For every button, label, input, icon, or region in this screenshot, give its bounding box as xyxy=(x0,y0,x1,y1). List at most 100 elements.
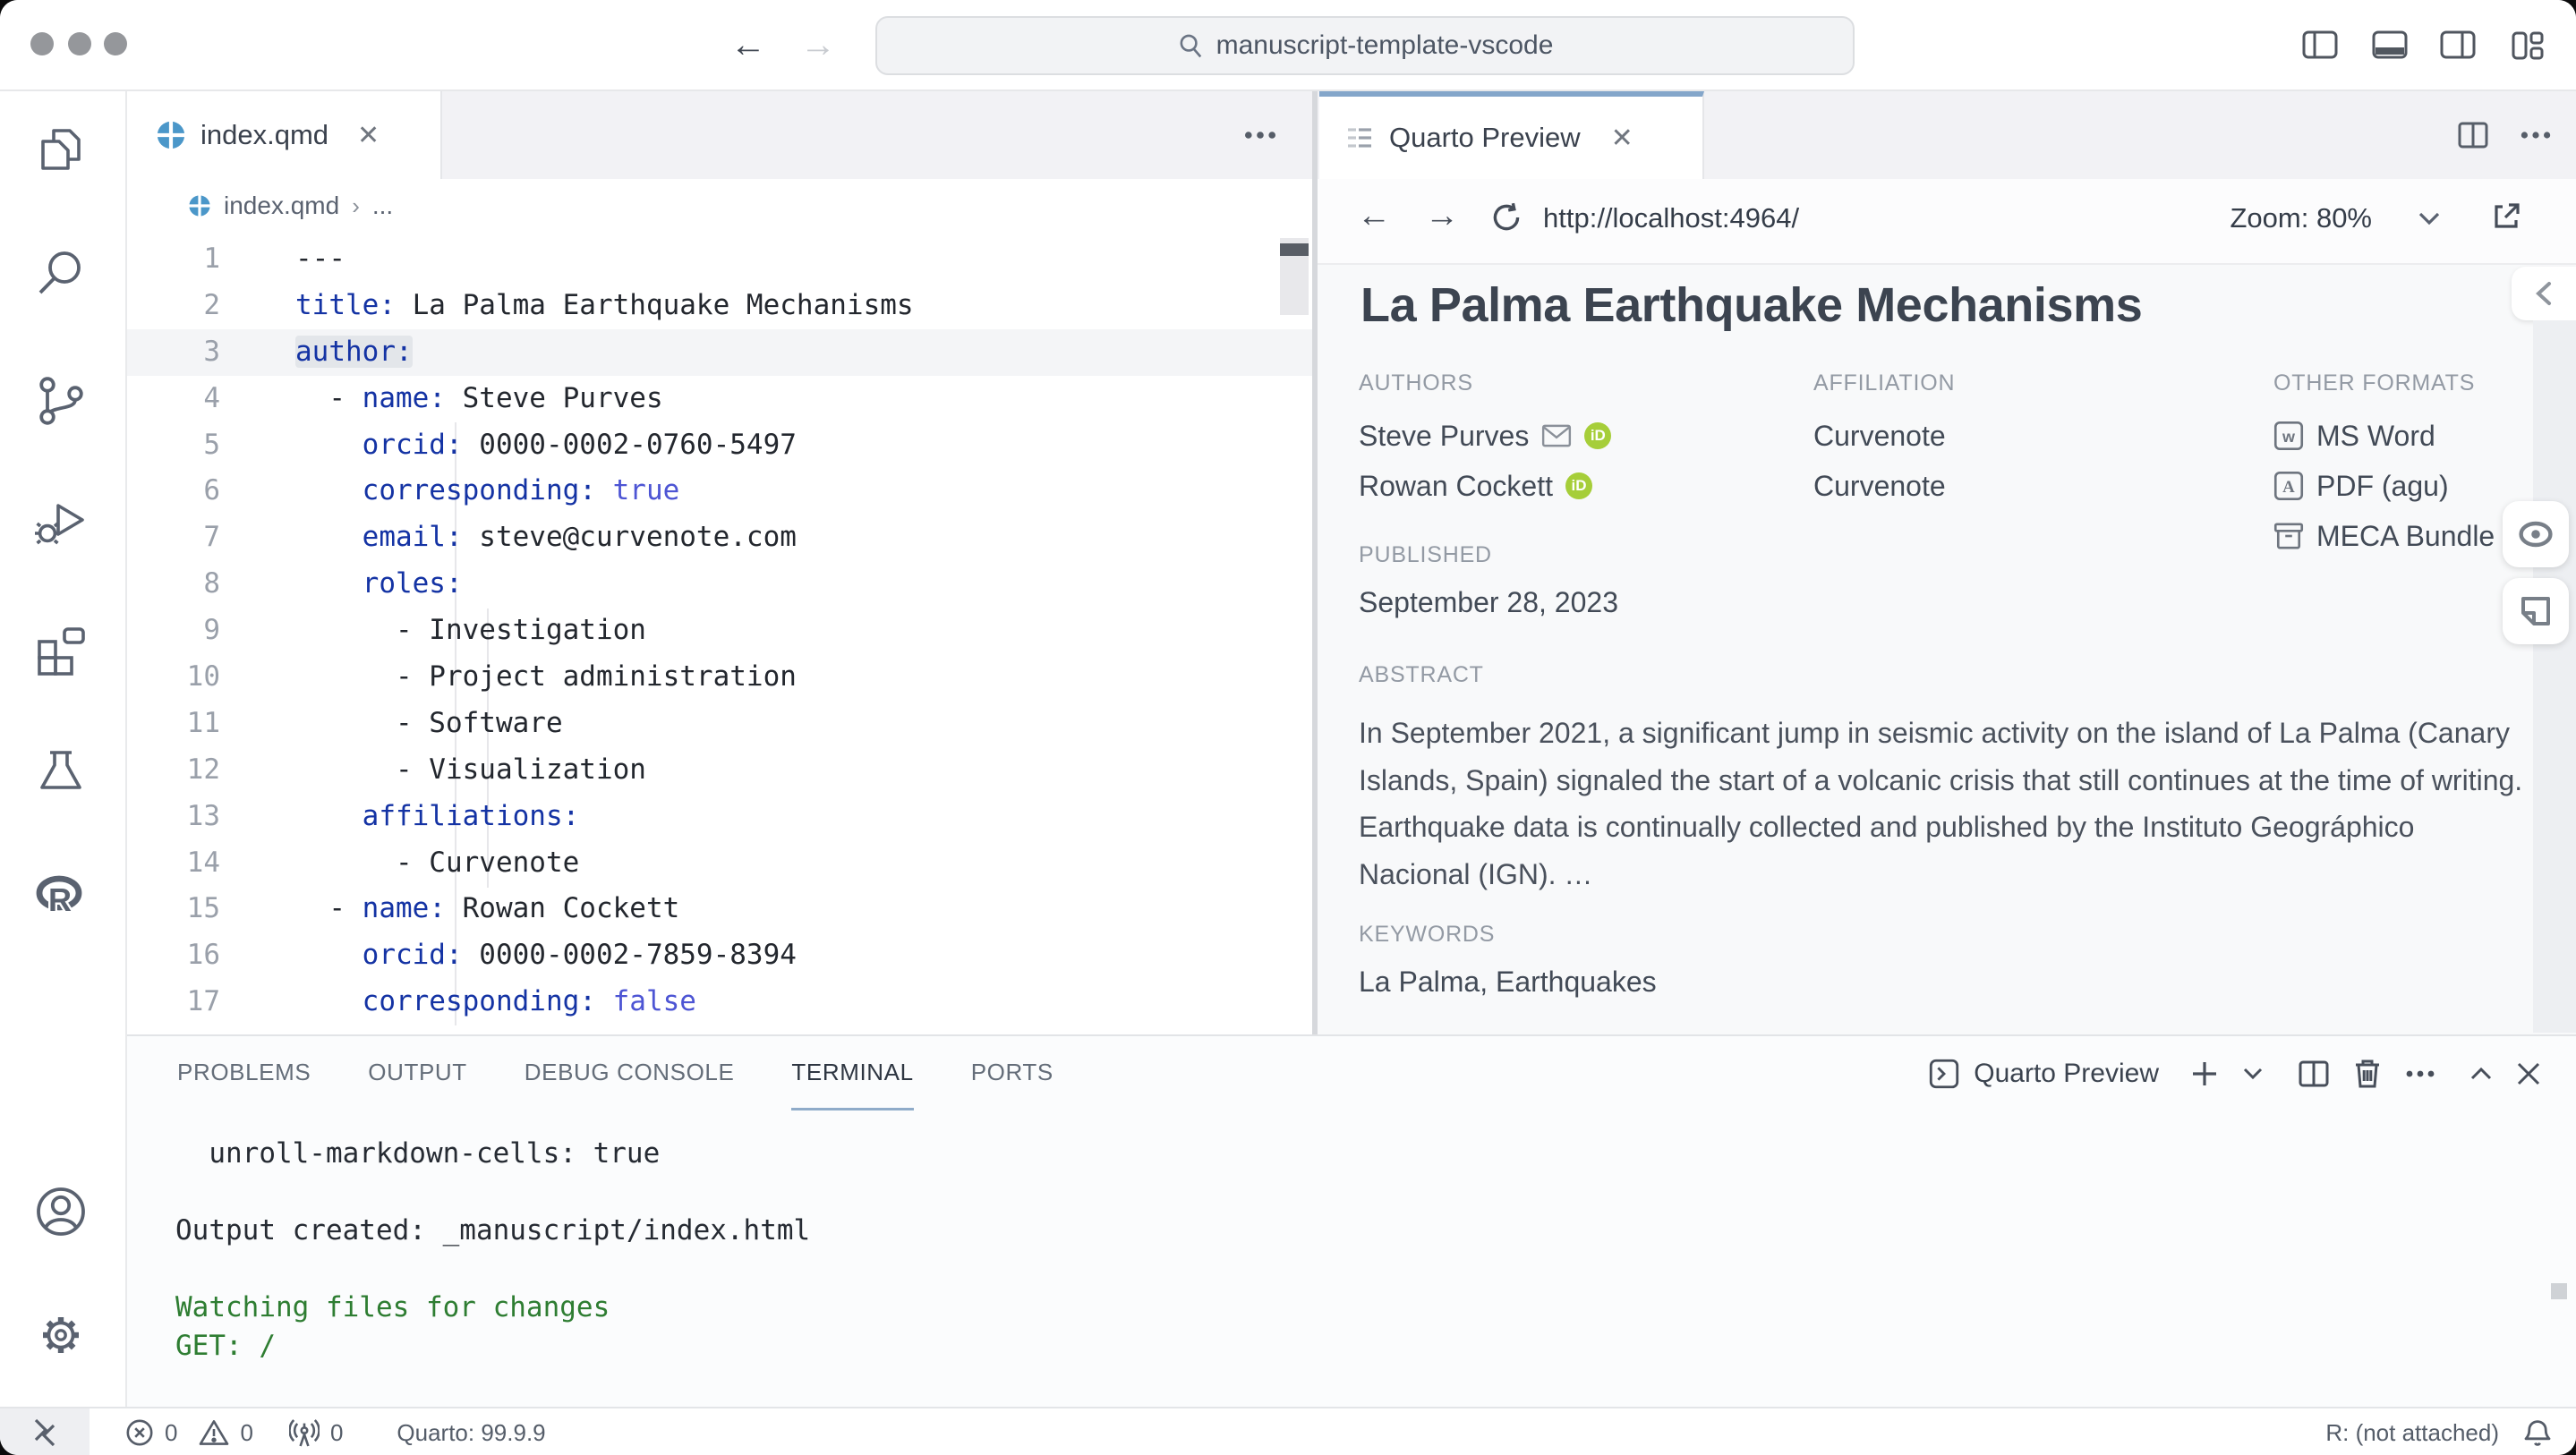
code-line[interactable]: 3author: xyxy=(127,329,1312,376)
warnings-icon[interactable] xyxy=(199,1419,229,1446)
explorer-icon[interactable] xyxy=(30,120,91,181)
r-language-icon[interactable]: R xyxy=(30,866,91,927)
code-line[interactable]: 4 - name: Steve Purves xyxy=(127,376,1312,422)
code-line[interactable]: 14 - Curvenote xyxy=(127,840,1312,887)
close-tab-icon[interactable]: ✕ xyxy=(1611,123,1633,154)
split-editor-icon[interactable] xyxy=(2458,122,2488,149)
breadcrumb-file[interactable]: index.qmd xyxy=(224,191,339,220)
maximize-panel-icon[interactable] xyxy=(2470,1067,2492,1081)
split-terminal-icon[interactable] xyxy=(2299,1060,2329,1087)
toggle-panel-icon[interactable] xyxy=(2372,30,2408,59)
code-line[interactable]: 10 - Project administration xyxy=(127,654,1312,701)
format-link[interactable]: MECA Bundle xyxy=(2273,511,2495,561)
panel-tab-output[interactable]: OUTPUT xyxy=(368,1036,466,1110)
new-terminal-icon[interactable] xyxy=(2191,1060,2218,1087)
terminal-output[interactable]: unroll-markdown-cells: true Output creat… xyxy=(127,1111,2576,1407)
toggle-secondary-sidebar-icon[interactable] xyxy=(2440,30,2476,59)
code-line[interactable]: 7 email: steve@curvenote.com xyxy=(127,515,1312,561)
minimize-window-button[interactable] xyxy=(68,32,91,55)
reload-icon[interactable] xyxy=(1489,200,1523,234)
code-line[interactable]: 12 - Visualization xyxy=(127,747,1312,794)
errors-count[interactable]: 0 xyxy=(165,1419,177,1447)
r-status[interactable]: R: (not attached) xyxy=(2325,1419,2499,1447)
panel-tab-problems[interactable]: PROBLEMS xyxy=(177,1036,311,1110)
errors-icon[interactable] xyxy=(125,1418,154,1447)
breadcrumb-more[interactable]: ... xyxy=(372,191,393,220)
search-sidebar-icon[interactable] xyxy=(30,243,91,304)
close-panel-icon[interactable] xyxy=(2517,1062,2540,1085)
line-number: 3 xyxy=(127,329,220,376)
format-label: MS Word xyxy=(2316,420,2435,453)
more-actions-icon[interactable] xyxy=(2521,131,2551,140)
run-and-debug-icon[interactable] xyxy=(30,492,91,553)
collapse-sidebar-button[interactable] xyxy=(2512,267,2576,320)
panel-tab-ports[interactable]: PORTS xyxy=(971,1036,1053,1110)
settings-gear-icon[interactable] xyxy=(30,1305,91,1366)
line-number: 11 xyxy=(127,701,220,747)
history-back-button[interactable]: ← xyxy=(730,20,766,70)
preview-url[interactable]: http://localhost:4964/ xyxy=(1543,202,1799,234)
panel-tab-terminal[interactable]: TERMINAL xyxy=(791,1036,913,1110)
code-line[interactable]: 1--- xyxy=(127,236,1312,283)
orcid-icon[interactable]: iD xyxy=(1565,472,1592,499)
code-line[interactable]: 15 - name: Rowan Cockett xyxy=(127,886,1312,932)
authors-list: Steve PurvesiDRowan CockettiD xyxy=(1359,411,1611,511)
title-bar: ← → manuscript-template-vscode xyxy=(0,0,2576,91)
command-center-search[interactable]: manuscript-template-vscode xyxy=(875,16,1855,75)
chevron-down-icon[interactable] xyxy=(2418,211,2440,225)
panel-more-actions-icon[interactable] xyxy=(2406,1069,2435,1078)
remote-indicator[interactable] xyxy=(0,1408,90,1455)
terminal-scrollbar[interactable] xyxy=(2551,1283,2567,1299)
account-icon[interactable] xyxy=(30,1181,91,1242)
terminal-dropdown-icon[interactable] xyxy=(2243,1068,2263,1080)
code-line[interactable]: 8 roles: xyxy=(127,561,1312,608)
toggle-primary-sidebar-icon[interactable] xyxy=(2302,30,2338,59)
zoom-window-button[interactable] xyxy=(104,32,127,55)
panel-tab-debug-console[interactable]: DEBUG CONSOLE xyxy=(525,1036,735,1110)
source-control-icon[interactable] xyxy=(30,370,91,431)
format-link[interactable]: wMS Word xyxy=(2273,411,2495,461)
code-line[interactable]: 16 orcid: 0000-0002-7859-8394 xyxy=(127,932,1312,979)
kill-terminal-icon[interactable] xyxy=(2354,1059,2381,1089)
zoom-level[interactable]: Zoom: 80% xyxy=(2230,202,2372,234)
show-highlights-button[interactable] xyxy=(2503,501,2569,567)
warnings-count[interactable]: 0 xyxy=(240,1419,252,1447)
authors-label: AUTHORS xyxy=(1359,370,1611,396)
orcid-icon[interactable]: iD xyxy=(1584,422,1611,449)
ports-icon[interactable] xyxy=(289,1418,320,1447)
tab-quarto-preview[interactable]: Quarto Preview ✕ xyxy=(1319,91,1704,179)
testing-icon[interactable] xyxy=(30,741,91,802)
customize-layout-icon[interactable] xyxy=(2510,30,2546,59)
ports-count[interactable]: 0 xyxy=(330,1419,343,1447)
code-line[interactable]: 13 affiliations: xyxy=(127,794,1312,840)
open-external-icon[interactable] xyxy=(2490,200,2522,233)
pdf-icon: A xyxy=(2273,471,2304,501)
quarto-version[interactable]: Quarto: 99.9.9 xyxy=(397,1419,545,1447)
editor-more-actions-icon[interactable] xyxy=(1244,91,1276,179)
code-line[interactable]: 5 orcid: 0000-0002-0760-5497 xyxy=(127,422,1312,469)
extensions-icon[interactable] xyxy=(30,617,91,678)
code-line[interactable]: 9 - Investigation xyxy=(127,608,1312,654)
code-line[interactable]: 17 corresponding: false xyxy=(127,979,1312,1025)
terminal-line: Output created: _manuscript/index.html xyxy=(127,1212,2576,1250)
close-tab-icon[interactable]: ✕ xyxy=(357,120,380,151)
history-forward-button[interactable]: → xyxy=(800,20,836,70)
preview-forward-icon[interactable]: → xyxy=(1425,197,1459,235)
author-name: Rowan Cockett xyxy=(1359,470,1553,503)
terminal-instance[interactable]: Quarto Preview xyxy=(1929,1059,2159,1089)
svg-text:R: R xyxy=(48,881,72,918)
tab-index-qmd[interactable]: index.qmd ✕ xyxy=(127,91,442,179)
breadcrumb[interactable]: index.qmd › ... xyxy=(127,179,1312,233)
new-note-button[interactable] xyxy=(2503,578,2569,644)
code-line[interactable]: 6 corresponding: true xyxy=(127,468,1312,515)
affiliation-column: AFFILIATION CurvenoteCurvenote xyxy=(1813,370,1955,511)
formats-label: OTHER FORMATS xyxy=(2273,370,2495,396)
code-editor[interactable]: 1---2title: La Palma Earthquake Mechanis… xyxy=(127,233,1312,1034)
code-line[interactable]: 2title: La Palma Earthquake Mechanisms xyxy=(127,283,1312,329)
close-window-button[interactable] xyxy=(30,32,54,55)
preview-back-icon[interactable]: ← xyxy=(1357,197,1391,235)
notifications-bell-icon[interactable] xyxy=(2524,1418,2551,1447)
email-icon[interactable] xyxy=(1541,424,1572,447)
code-line[interactable]: 11 - Software xyxy=(127,701,1312,747)
format-link[interactable]: APDF (agu) xyxy=(2273,461,2495,511)
